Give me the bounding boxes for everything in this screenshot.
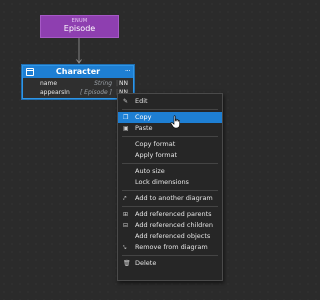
menu-item-lock-dimensions[interactable]: Lock dimensions: [118, 177, 222, 188]
menu-item-label: Add referenced children: [135, 221, 213, 229]
attribute-type: [ Episode ]: [79, 89, 112, 96]
menu-item-edit[interactable]: ✎ Edit: [118, 96, 222, 107]
paste-icon: ▣: [123, 125, 129, 132]
menu-item-delete[interactable]: 🗑 Delete: [118, 258, 222, 269]
menu-item-add-referenced-parents[interactable]: ⊞ Add referenced parents: [118, 209, 222, 220]
menu-separator: [122, 136, 218, 137]
children-icon: ⊟: [123, 222, 129, 229]
menu-item-label: Add referenced parents: [135, 210, 212, 218]
menu-separator: [122, 206, 218, 207]
entity-header[interactable]: Character ···: [23, 66, 133, 78]
menu-item-label: Copy format: [135, 140, 176, 148]
remove-diagram-icon: ⤥: [123, 244, 127, 251]
menu-item-label: Apply format: [135, 151, 178, 159]
entity-title: Character: [55, 67, 101, 76]
menu-item-label: Add to another diagram: [135, 194, 213, 202]
menu-item-add-to-another-diagram[interactable]: ⤤ Add to another diagram: [118, 193, 222, 204]
attribute-not-null: NN: [119, 80, 128, 87]
pencil-icon: ✎: [123, 98, 129, 105]
menu-item-label: Delete: [135, 259, 157, 267]
attribute-row-name[interactable]: name String | NN: [23, 79, 133, 88]
attribute-name: name: [40, 80, 58, 87]
menu-item-add-referenced-children[interactable]: ⊟ Add referenced children: [118, 220, 222, 231]
menu-item-apply-format[interactable]: Apply format: [118, 150, 222, 161]
menu-item-copy-format[interactable]: Copy format: [118, 139, 222, 150]
menu-separator: [122, 109, 218, 110]
attribute-name: appearsIn: [40, 89, 70, 96]
attribute-separator: |: [115, 80, 118, 87]
menu-item-label: Copy: [135, 113, 152, 121]
menu-item-label: Paste: [135, 124, 153, 132]
ellipsis-icon[interactable]: ···: [125, 66, 131, 76]
menu-separator: [122, 163, 218, 164]
menu-item-label: Add referenced objects: [135, 232, 211, 240]
menu-item-label: Edit: [135, 97, 148, 105]
menu-item-label: Remove from diagram: [135, 243, 208, 251]
menu-item-label: Lock dimensions: [135, 178, 189, 186]
hand-cursor-icon: [170, 115, 180, 129]
parents-icon: ⊞: [123, 211, 129, 218]
menu-item-add-referenced-objects[interactable]: Add referenced objects: [118, 231, 222, 242]
copy-icon: ❐: [123, 114, 129, 121]
enum-name-label: Episode: [63, 24, 96, 33]
trash-icon: 🗑: [123, 260, 131, 267]
menu-item-label: Auto size: [135, 167, 165, 175]
menu-item-remove-from-diagram[interactable]: ⤥ Remove from diagram: [118, 242, 222, 253]
menu-separator: [122, 255, 218, 256]
menu-item-auto-size[interactable]: Auto size: [118, 166, 222, 177]
enum-node-episode[interactable]: ENUM Episode: [40, 15, 119, 38]
attribute-type: String: [94, 80, 112, 87]
menu-separator: [122, 190, 218, 191]
add-diagram-icon: ⤤: [123, 195, 127, 202]
